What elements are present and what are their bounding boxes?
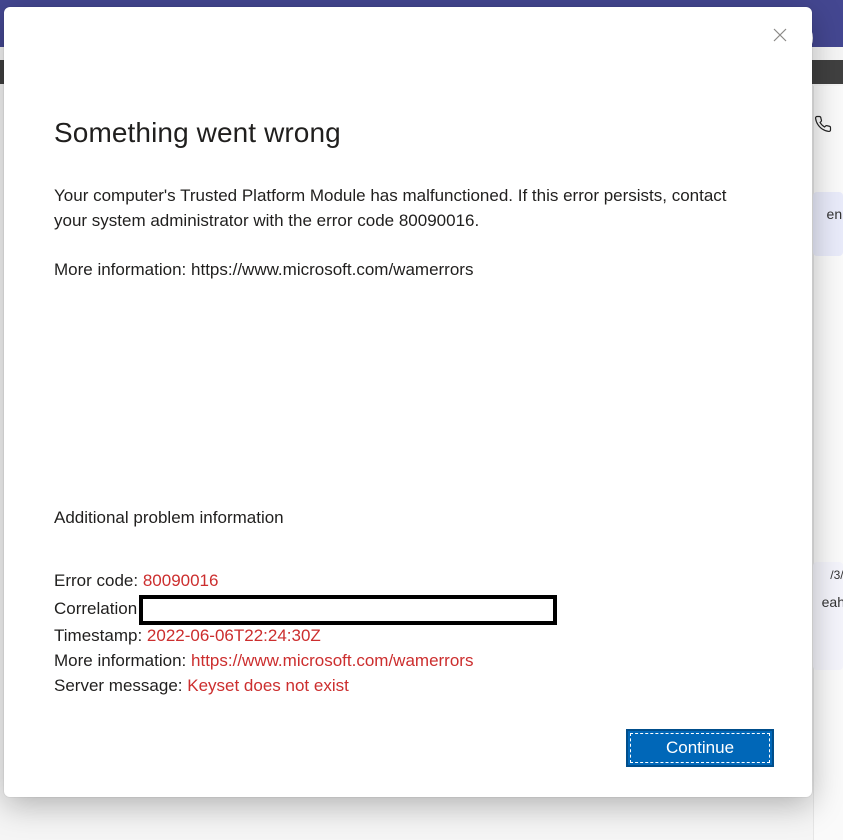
close-icon[interactable] — [766, 21, 794, 49]
more-info2-url[interactable]: https://www.microsoft.com/wamerrors — [191, 648, 473, 673]
correlation-redacted-box — [139, 595, 557, 625]
bg-timestamp: /3/20 — [830, 568, 843, 582]
additional-info-heading: Additional problem information — [54, 508, 762, 528]
error-code-row: Error code: 80090016 — [54, 568, 762, 593]
correlation-row: Correlation — [54, 593, 762, 623]
bg-text: eah — [822, 594, 843, 610]
more-info-label: More information: — [54, 260, 186, 279]
dialog-title: Something went wrong — [54, 117, 762, 149]
more-info-row: More information: https://www.microsoft.… — [54, 648, 762, 673]
more-info2-label: More information: — [54, 648, 186, 673]
message-bubble — [813, 192, 843, 256]
call-icon[interactable] — [809, 110, 837, 138]
correlation-label: Correlation — [54, 596, 137, 621]
error-dialog: Something went wrong Your computer's Tru… — [4, 7, 812, 797]
bg-text: en y — [827, 206, 843, 222]
error-code-label: Error code: — [54, 568, 138, 593]
server-message-row: Server message: Keyset does not exist — [54, 673, 762, 698]
dialog-body: Your computer's Trusted Platform Module … — [54, 183, 762, 282]
error-code-value: 80090016 — [143, 568, 219, 593]
timestamp-row: Timestamp: 2022-06-06T22:24:30Z — [54, 623, 762, 648]
server-message-value: Keyset does not exist — [187, 673, 349, 698]
server-message-label: Server message: — [54, 673, 183, 698]
more-info-url: https://www.microsoft.com/wamerrors — [191, 260, 473, 279]
continue-button[interactable]: Continue — [626, 729, 774, 767]
timestamp-label: Timestamp: — [54, 623, 142, 648]
timestamp-value: 2022-06-06T22:24:30Z — [147, 623, 321, 648]
error-description: Your computer's Trusted Platform Module … — [54, 183, 762, 233]
